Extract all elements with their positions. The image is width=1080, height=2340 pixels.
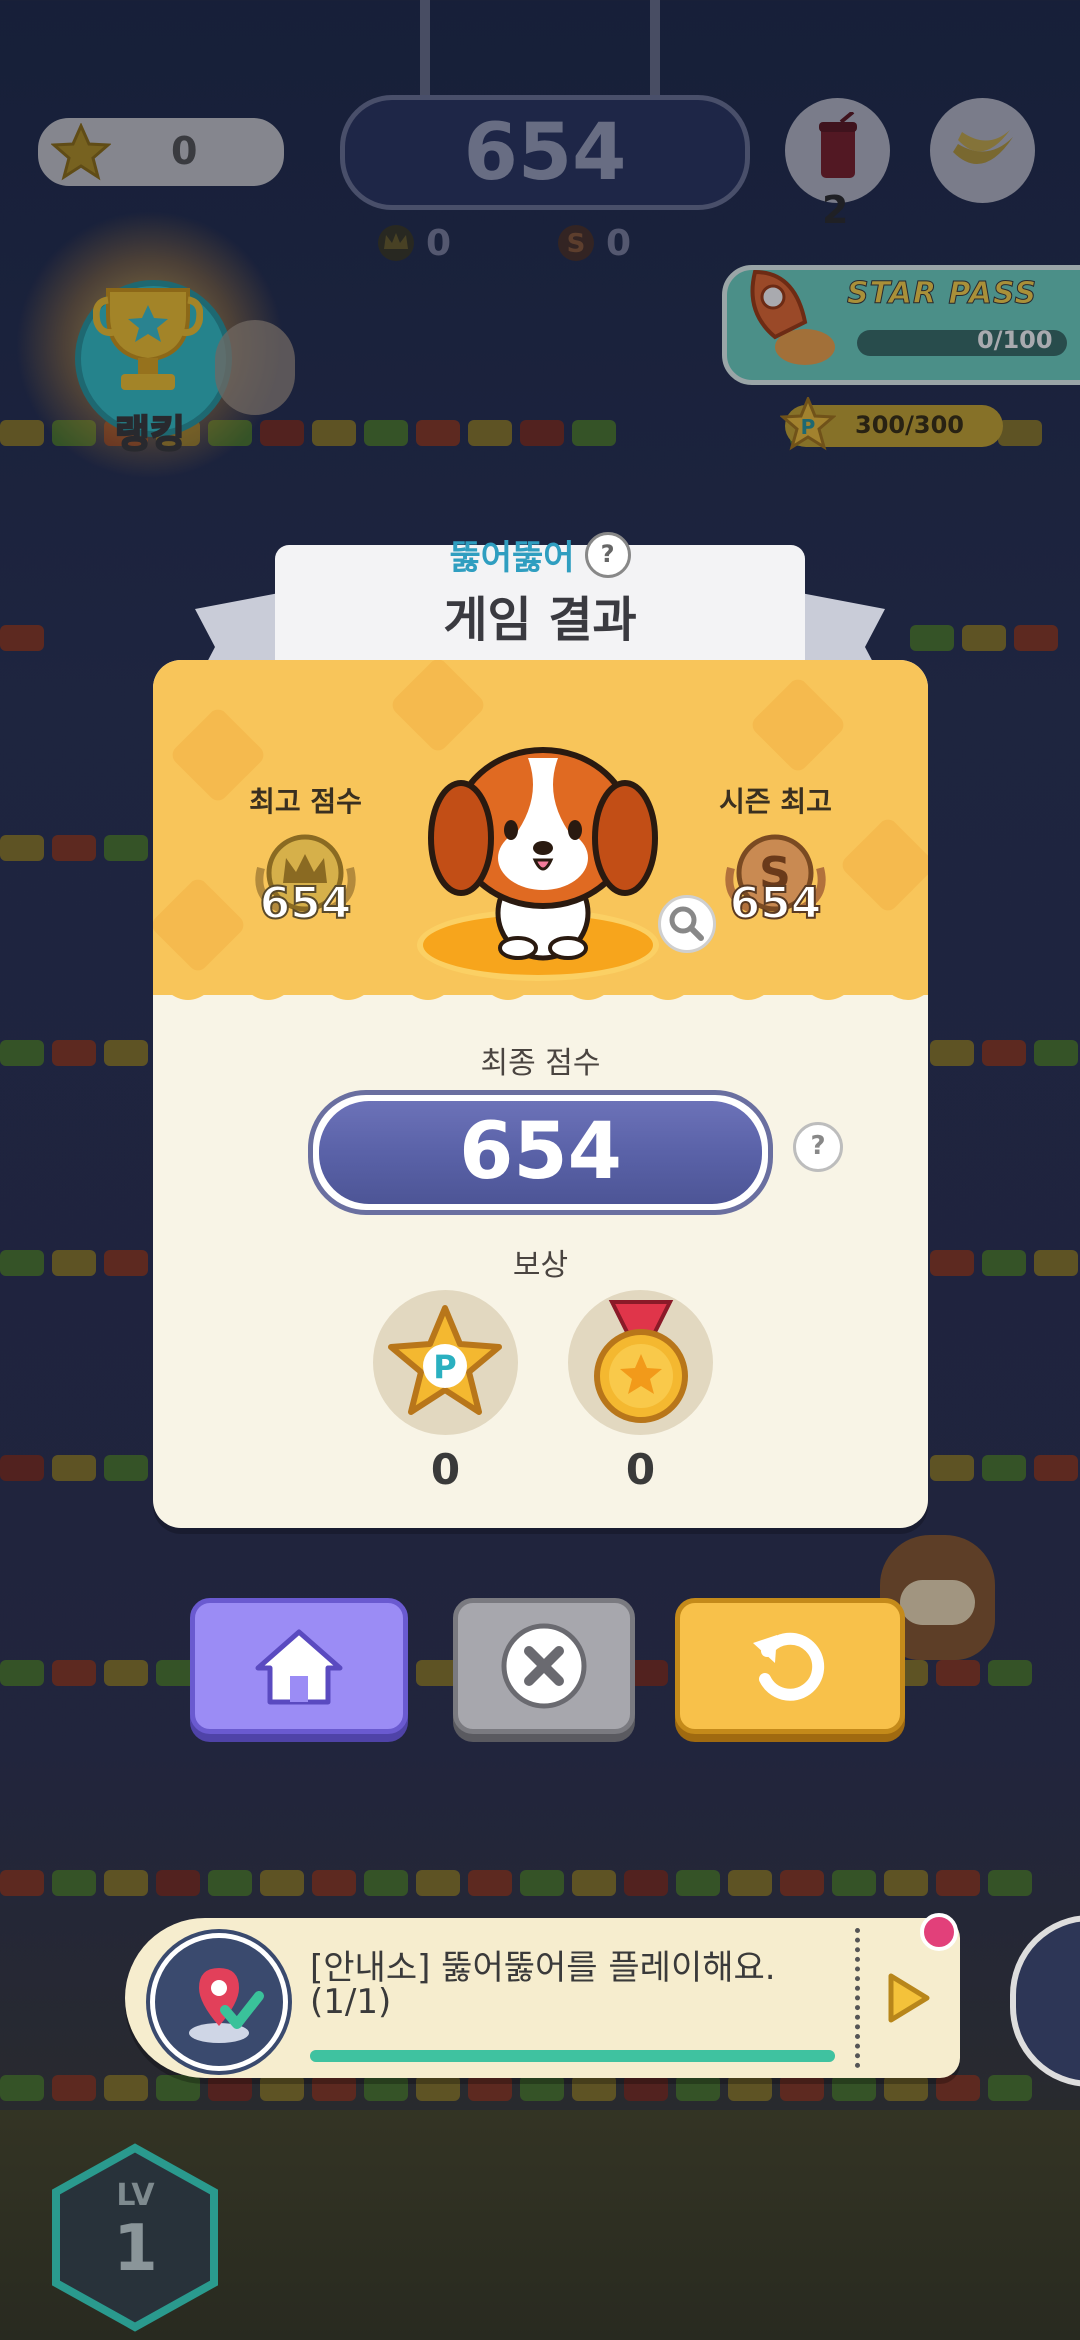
quest-banner[interactable]: [안내소] 뚫어뚫어를 플레이해요. (1/1) (125, 1913, 960, 2078)
reward-points-slot[interactable]: P (373, 1290, 518, 1435)
quest-divider (855, 1928, 860, 2068)
quest-text-line2: (1/1) (310, 1982, 392, 2022)
reward-coin-slot[interactable] (568, 1290, 713, 1435)
close-button[interactable] (453, 1598, 635, 1734)
home-icon (255, 1629, 343, 1705)
dog-character (428, 747, 658, 961)
zoom-character-button[interactable] (658, 895, 716, 953)
season-best-label: 시즌 최고 (719, 785, 832, 818)
retry-icon (753, 1632, 825, 1701)
reward-points-letter: P (433, 1348, 456, 1386)
reward-coin-value: 0 (625, 1445, 656, 1494)
final-score-help-button[interactable]: ? (793, 1122, 843, 1172)
game-name: 뚫어뚫어 (449, 538, 575, 578)
final-score-bar: 654 (308, 1090, 773, 1215)
notification-dot (920, 1913, 958, 1951)
points-star-icon: P (388, 1305, 502, 1415)
heart-decoration (748, 675, 848, 775)
quest-progress-fill (310, 2050, 835, 2062)
game-help-button[interactable]: ? (584, 531, 631, 578)
best-score-label: 최고 점수 (249, 785, 362, 818)
retry-button[interactable] (675, 1598, 905, 1734)
quest-progress-track (310, 2050, 835, 2062)
level-badge[interactable]: LV 1 (48, 2140, 223, 2335)
home-button[interactable] (190, 1598, 408, 1734)
quest-pin-check-icon (189, 1968, 264, 2043)
gold-medal-icon (594, 1300, 688, 1423)
final-score-label: 최종 점수 (480, 1046, 601, 1081)
panel-wave-divider (153, 980, 928, 1000)
result-title: 게임 결과 (443, 592, 637, 648)
close-icon (501, 1623, 587, 1709)
level-label: LV (116, 2178, 155, 2213)
game-name-row: 뚫어뚫어 ? (0, 530, 1080, 579)
magnifier-icon (669, 906, 704, 941)
final-score-value: 654 (459, 1107, 622, 1197)
play-arrow-icon[interactable] (883, 1970, 933, 2026)
result-panel: 최고 점수 654 시즌 최고 S 654 최종 점수 654 ? 보상 P 0… (153, 660, 928, 1528)
level-value: 1 (113, 2212, 158, 2286)
reward-points-value: 0 (430, 1445, 461, 1494)
best-score-value: 654 (259, 877, 353, 930)
quest-icon-badge (150, 1933, 288, 2071)
reward-label: 보상 (512, 1248, 569, 1283)
